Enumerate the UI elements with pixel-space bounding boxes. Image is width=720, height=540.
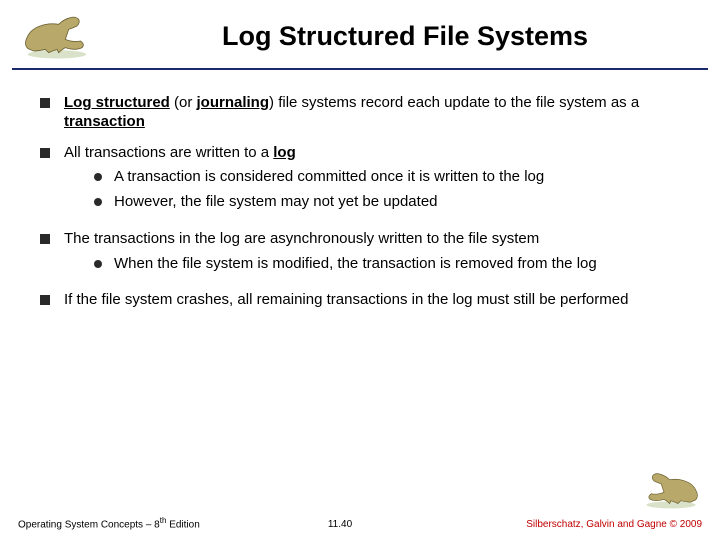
text: All transactions are written to a (64, 144, 273, 161)
bullet-1: Log structured (or journaling) file syst… (40, 94, 674, 132)
circle-bullet-icon (94, 260, 102, 268)
slide-footer: Operating System Concepts – 8th Edition … (0, 516, 720, 530)
subbullet-2-2: However, the file system may not yet be … (94, 193, 674, 212)
text: file systems record each update to the f… (278, 94, 639, 111)
slide-content: Log structured (or journaling) file syst… (0, 70, 720, 310)
bullet-4: If the file system crashes, all remainin… (40, 291, 674, 310)
text: A transaction is considered committed on… (114, 168, 674, 187)
slide-title: Log Structured File Systems (102, 21, 708, 52)
footer-left: Operating System Concepts – 8th Edition (18, 516, 328, 530)
text-journaling: journaling (197, 94, 270, 111)
dinosaur-right-icon (636, 467, 706, 512)
text: When the file system is modified, the tr… (114, 255, 674, 274)
circle-bullet-icon (94, 198, 102, 206)
text: The transactions in the log are asynchro… (64, 230, 539, 247)
circle-bullet-icon (94, 173, 102, 181)
bullet-2: All transactions are written to a log A … (40, 144, 674, 218)
slide-header: Log Structured File Systems (0, 0, 720, 66)
text-transaction: transaction (64, 113, 145, 130)
subbullet-3-1: When the file system is modified, the tr… (94, 255, 674, 274)
square-bullet-icon (40, 98, 50, 108)
dinosaur-left-icon (12, 11, 102, 61)
footer-page-number: 11.40 (328, 519, 352, 530)
square-bullet-icon (40, 295, 50, 305)
subbullet-2-1: A transaction is considered committed on… (94, 168, 674, 187)
text: If the file system crashes, all remainin… (64, 291, 674, 310)
text-log: log (273, 144, 296, 161)
text: However, the file system may not yet be … (114, 193, 674, 212)
square-bullet-icon (40, 148, 50, 158)
text-log-structured: Log structured (64, 94, 170, 111)
bullet-3: The transactions in the log are asynchro… (40, 230, 674, 280)
text: ) (269, 94, 278, 111)
text: (or (170, 94, 197, 111)
square-bullet-icon (40, 234, 50, 244)
footer-right: Silberschatz, Galvin and Gagne © 2009 (392, 519, 702, 530)
